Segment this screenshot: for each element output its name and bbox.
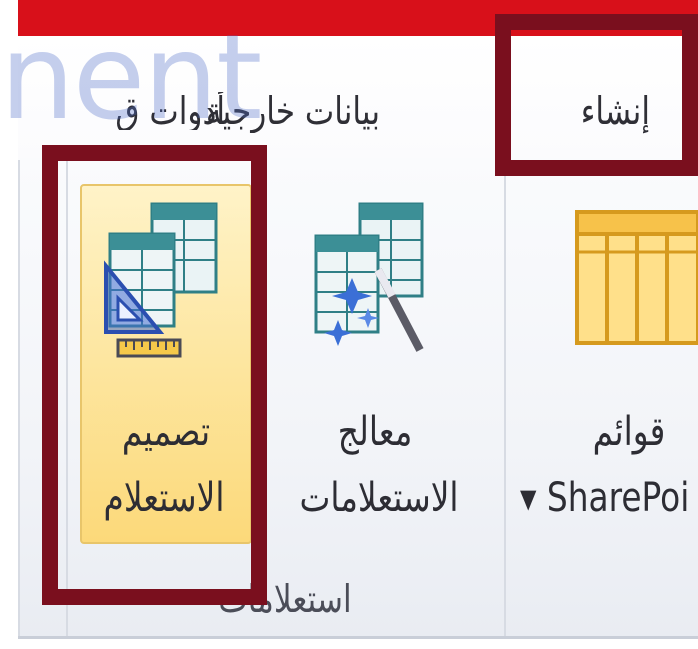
query-wizard-line1[interactable]: معالج: [314, 412, 437, 452]
tab-external-data[interactable]: بيانات خارجية: [206, 92, 380, 130]
highlight-frame-create-tab: [495, 14, 698, 176]
group-separator-right: [504, 160, 506, 638]
watermark-text: nent: [0, 8, 262, 146]
query-wizard-line2[interactable]: الاستعلامات: [278, 478, 480, 518]
ribbon-left-edge: [18, 160, 20, 638]
sharepoint-lists-line1[interactable]: قوائم: [572, 412, 685, 452]
ribbon-bottom-border: [18, 636, 698, 639]
sharepoint-lists-line2[interactable]: ▾ SharePoi: [520, 478, 689, 518]
table-grid-icon[interactable]: [575, 210, 698, 349]
query-wizard-icon[interactable]: [312, 200, 427, 364]
highlight-frame-query-design: [42, 145, 267, 605]
